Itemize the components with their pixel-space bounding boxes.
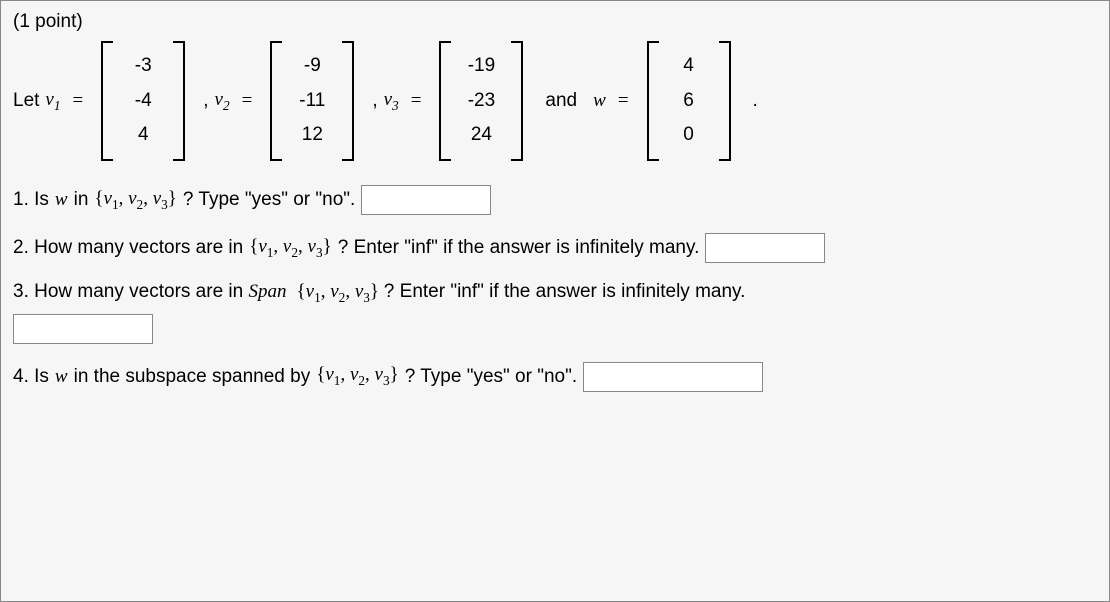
q1-w: w <box>55 189 68 211</box>
matrix-w: 4 6 0 <box>647 41 731 161</box>
v2-symbol: v2 <box>215 89 230 114</box>
v2-e1: -9 <box>298 51 326 81</box>
q2-set: {v1, v2, v3} <box>249 236 332 261</box>
w-e3: 0 <box>675 120 703 150</box>
eq-2: = <box>236 90 259 112</box>
question-page: (1 point) Let v1 = -3 -4 4 , v2 = -9 -11… <box>0 0 1110 602</box>
matrix-v3: -19 -23 24 <box>439 41 523 161</box>
and-text: and <box>535 90 587 112</box>
matrix-v1: -3 -4 4 <box>101 41 185 161</box>
comma-2: , <box>366 90 377 112</box>
let-text: Let <box>13 90 39 112</box>
v3-e2: -23 <box>467 86 495 116</box>
q3-tail: ? Enter "inf" if the answer is infinitel… <box>384 281 746 302</box>
eq-3: = <box>405 90 428 112</box>
question-4: 4. Is w in the subspace spanned by {v1, … <box>13 362 1097 392</box>
q1-mid: in <box>74 189 89 211</box>
v1-e1: -3 <box>129 51 157 81</box>
points-label: (1 point) <box>13 11 1097 33</box>
question-1: 1. Is w in {v1, v2, v3} ? Type "yes" or … <box>13 185 1097 215</box>
v1-e2: -4 <box>129 86 157 116</box>
q4-tail: ? Type "yes" or "no". <box>405 366 577 388</box>
w-e2: 6 <box>675 86 703 116</box>
question-2: 2. How many vectors are in {v1, v2, v3} … <box>13 233 1097 263</box>
v2-e3: 12 <box>298 120 326 150</box>
matrix-v2: -9 -11 12 <box>270 41 354 161</box>
q4-mid: in the subspace spanned by <box>74 366 311 388</box>
q2-input[interactable] <box>705 233 825 263</box>
eq-1: = <box>67 90 90 112</box>
vector-definitions: Let v1 = -3 -4 4 , v2 = -9 -11 12 , v3 = <box>13 41 1097 161</box>
q4-pre: 4. Is <box>13 366 49 388</box>
eq-4: = <box>612 90 635 112</box>
q1-pre: 1. Is <box>13 189 49 211</box>
v1-symbol: v1 <box>45 89 60 114</box>
v2-e2: -11 <box>298 86 326 116</box>
q2-tail: ? Enter "inf" if the answer is infinitel… <box>338 237 700 259</box>
q1-input[interactable] <box>361 185 491 215</box>
q1-set: {v1, v2, v3} <box>94 188 177 213</box>
q3-set: {v1, v2, v3} <box>292 281 384 302</box>
v1-e3: 4 <box>129 120 157 150</box>
v3-e3: 24 <box>467 120 495 150</box>
w-symbol: w <box>593 90 606 112</box>
q3-pre: 3. How many vectors are in <box>13 281 248 302</box>
w-e1: 4 <box>675 51 703 81</box>
q4-set: {v1, v2, v3} <box>316 364 399 389</box>
question-3: 3. How many vectors are in Span {v1, v2,… <box>13 281 1097 344</box>
q4-input[interactable] <box>583 362 763 392</box>
q4-w: w <box>55 366 68 388</box>
v3-e1: -19 <box>467 51 495 81</box>
period: . <box>743 90 758 112</box>
q2-pre: 2. How many vectors are in <box>13 237 243 259</box>
q3-span: Span <box>248 281 286 302</box>
v3-symbol: v3 <box>384 89 399 114</box>
comma-1: , <box>197 90 208 112</box>
q3-input[interactable] <box>13 314 153 344</box>
q1-tail: ? Type "yes" or "no". <box>183 189 355 211</box>
